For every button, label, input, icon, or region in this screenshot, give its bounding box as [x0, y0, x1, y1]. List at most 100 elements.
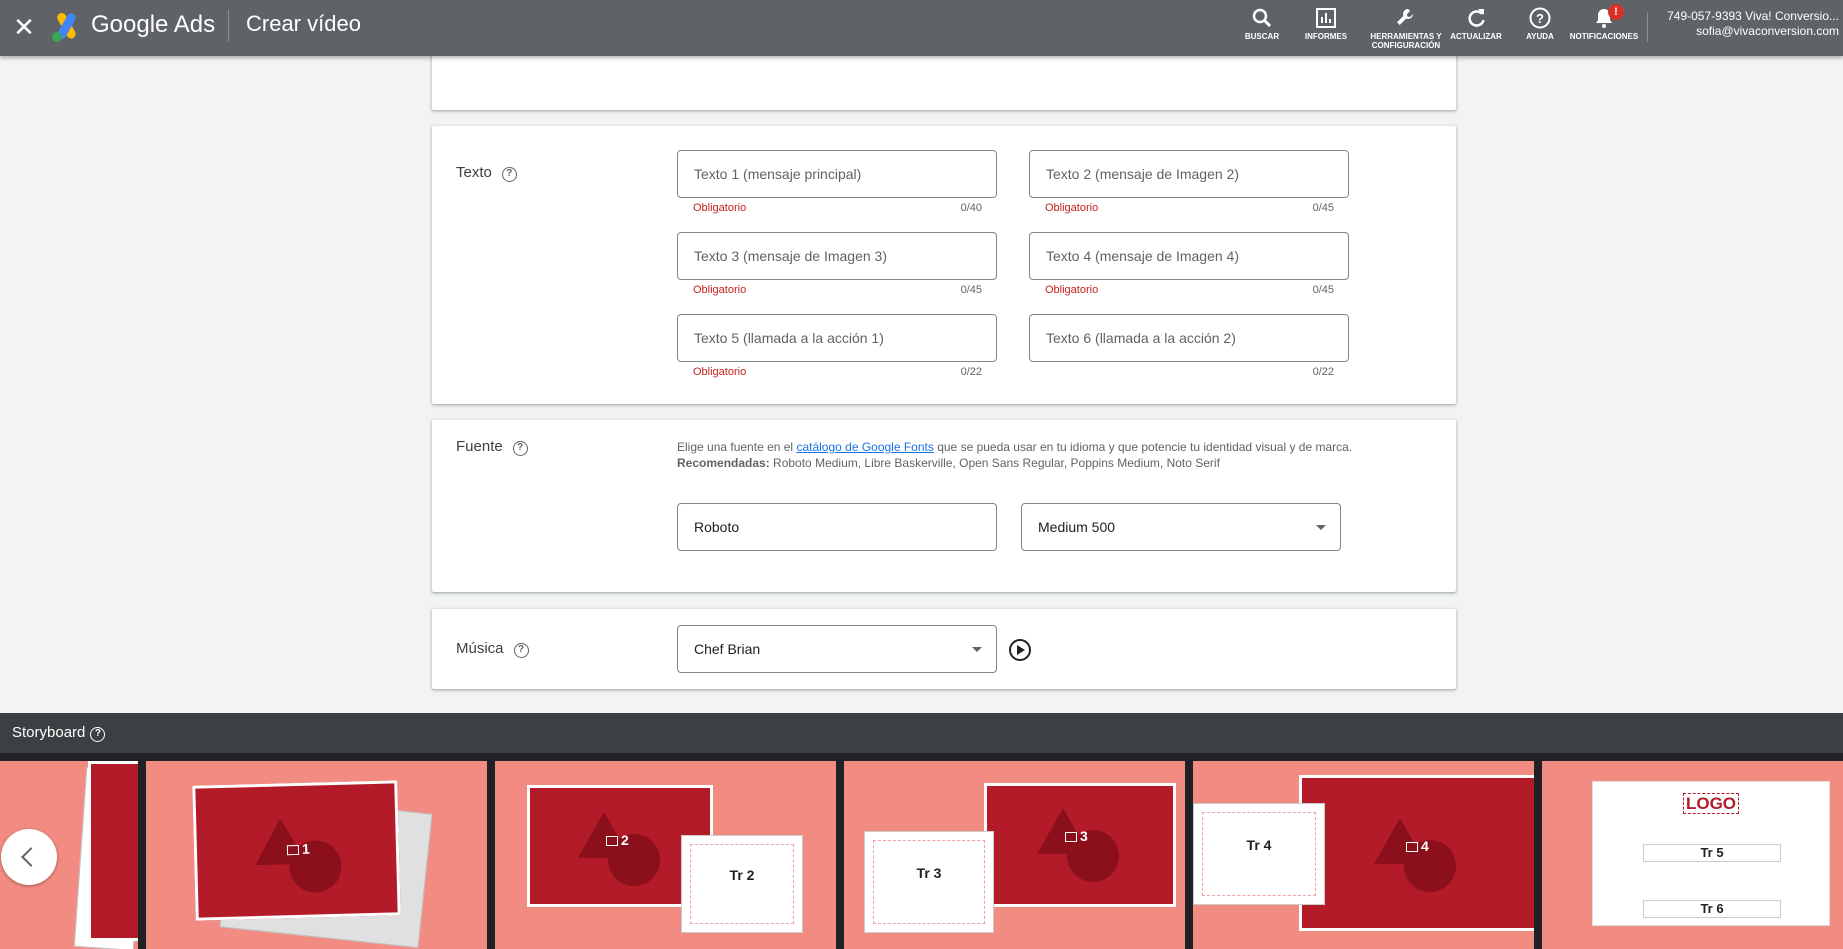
- font-weight-select[interactable]: Medium 500: [1021, 503, 1341, 551]
- scene-2-text-label: Tr 2: [729, 867, 755, 883]
- scene-2-text-card: Tr 2: [681, 835, 803, 933]
- help-icon: ?: [1529, 7, 1551, 29]
- storyboard-scene-5[interactable]: LOGO Tr 5 Tr 6: [1542, 761, 1843, 949]
- scene-4-text-card: Tr 4: [1193, 803, 1325, 905]
- help-tool-label: AYUDA: [1526, 32, 1554, 41]
- chevron-down-icon: [972, 647, 982, 652]
- account-switcher[interactable]: 749-057-9393 Viva! Conversio... sofia@vi…: [1667, 9, 1839, 39]
- font-family-value: Roboto: [694, 519, 740, 535]
- account-name: 749-057-9393 Viva! Conversio...: [1667, 9, 1839, 23]
- logo-placeholder: LOGO: [1593, 793, 1829, 814]
- end-text-6: Tr 6: [1643, 900, 1781, 918]
- scene-1-badge: 1: [286, 841, 310, 858]
- text-1-required: Obligatorio: [693, 202, 747, 214]
- text-4-input[interactable]: Texto 4 (mensaje de Imagen 4): [1029, 232, 1349, 280]
- image-icon: [1406, 842, 1418, 852]
- google-fonts-link[interactable]: catálogo de Google Fonts: [796, 440, 933, 454]
- chevron-down-icon: [1316, 525, 1326, 530]
- text-card-frame: [1202, 812, 1316, 896]
- font-description: Elige una fuente en el catálogo de Googl…: [677, 440, 1353, 470]
- text-5-input[interactable]: Texto 5 (llamada a la acción 1): [677, 314, 997, 362]
- refresh-icon: [1468, 9, 1485, 27]
- text-1-counter: 0/40: [960, 202, 982, 214]
- brand-name: Google Ads: [91, 11, 216, 38]
- scene-0-image: [88, 761, 138, 941]
- text-5-counter: 0/22: [960, 366, 982, 378]
- text-3-required: Obligatorio: [693, 284, 747, 296]
- text-help-icon[interactable]: ?: [501, 167, 517, 182]
- scene-3-image: 3: [984, 783, 1176, 907]
- storyboard-scene-3[interactable]: 3 Tr 3: [844, 761, 1185, 949]
- text-card-frame: [690, 844, 794, 924]
- text-section-label: Texto?: [456, 164, 517, 182]
- font-help-icon[interactable]: ?: [512, 441, 528, 456]
- scene-4-badge: 4: [1406, 838, 1429, 854]
- top-app-bar: ✕ Google Ads Crear vídeo BUSCAR INFORMES…: [0, 0, 1843, 56]
- font-section-label: Fuente?: [456, 438, 528, 456]
- image-icon: [1065, 832, 1077, 842]
- notification-badge: !: [1608, 4, 1624, 20]
- text-1-placeholder: Texto 1 (mensaje principal): [694, 166, 862, 182]
- storyboard-prev-button[interactable]: [1, 829, 57, 885]
- text-6-input[interactable]: Texto 6 (llamada a la acción 2): [1029, 314, 1349, 362]
- text-5-placeholder: Texto 5 (llamada a la acción 1): [694, 330, 884, 346]
- svg-text:?: ?: [1536, 11, 1544, 26]
- font-weight-value: Medium 500: [1038, 519, 1116, 535]
- text-5-required: Obligatorio: [693, 366, 747, 378]
- end-text-5: Tr 5: [1643, 844, 1781, 862]
- recommended-label: Recomendadas:: [677, 456, 770, 470]
- refresh-tool-label: ACTUALIZAR: [1450, 32, 1502, 41]
- text-section-card: Texto? Texto 1 (mensaje principal) Oblig…: [432, 126, 1456, 404]
- scene-3-text-card: Tr 3: [864, 831, 994, 933]
- storyboard-header: Storyboard?: [0, 713, 1843, 753]
- search-icon: [1252, 8, 1272, 28]
- font-section-card: Fuente? Elige una fuente en el catálogo …: [432, 420, 1456, 592]
- scene-4-text-label: Tr 4: [1246, 837, 1272, 853]
- reports-tool-button[interactable]: INFORMES: [1291, 4, 1361, 41]
- text-4-counter: 0/45: [1312, 284, 1334, 296]
- tools-settings-button[interactable]: HERRAMIENTAS Y CONFIGURACIÓN: [1369, 4, 1443, 50]
- image-icon: [606, 836, 618, 846]
- music-track-select[interactable]: Chef Brian: [677, 625, 997, 673]
- reports-icon: [1316, 8, 1336, 28]
- storyboard-strip: 1 2 Tr 2 3 Tr 3 4 Tr 4 LOGO Tr 5 Tr 6: [0, 753, 1843, 949]
- text-3-counter: 0/45: [960, 284, 982, 296]
- font-family-input[interactable]: Roboto: [677, 503, 997, 551]
- play-icon[interactable]: [1009, 639, 1031, 661]
- help-tool-button[interactable]: ? AYUDA: [1505, 4, 1575, 41]
- scene-1-image: 1: [192, 780, 401, 921]
- storyboard-title: Storyboard?: [12, 724, 106, 742]
- text-2-placeholder: Texto 2 (mensaje de Imagen 2): [1046, 166, 1239, 182]
- reports-tool-label: INFORMES: [1304, 32, 1348, 41]
- text-3-input[interactable]: Texto 3 (mensaje de Imagen 3): [677, 232, 997, 280]
- image-icon: [286, 844, 300, 856]
- text-3-placeholder: Texto 3 (mensaje de Imagen 3): [694, 248, 887, 264]
- notifications-tool-button[interactable]: ! NOTIFICACIONES: [1569, 4, 1639, 41]
- recommended-fonts: Roboto Medium, Libre Baskerville, Open S…: [769, 456, 1220, 470]
- account-email: sofia@vivaconversion.com: [1696, 24, 1839, 38]
- refresh-tool-button[interactable]: ACTUALIZAR: [1441, 4, 1511, 41]
- text-1-input[interactable]: Texto 1 (mensaje principal): [677, 150, 997, 198]
- music-section-card: Música? Chef Brian: [432, 609, 1456, 689]
- text-6-counter: 0/22: [1312, 366, 1334, 378]
- page-title: Crear vídeo: [246, 11, 361, 36]
- tools-settings-label: HERRAMIENTAS Y CONFIGURACIÓN: [1370, 32, 1442, 50]
- text-card-frame: [873, 840, 985, 924]
- scene-3-text-label: Tr 3: [916, 865, 942, 881]
- scene-4-image: 4: [1299, 775, 1534, 931]
- music-help-icon[interactable]: ?: [513, 643, 529, 658]
- text-4-required: Obligatorio: [1045, 284, 1099, 296]
- storyboard-scene-2[interactable]: 2 Tr 2: [495, 761, 836, 949]
- search-tool-button[interactable]: BUSCAR: [1227, 4, 1297, 41]
- music-track-value: Chef Brian: [694, 641, 761, 657]
- storyboard-help-icon[interactable]: ?: [90, 727, 106, 742]
- text-2-input[interactable]: Texto 2 (mensaje de Imagen 2): [1029, 150, 1349, 198]
- account-divider: [1647, 12, 1648, 42]
- notifications-tool-label: NOTIFICACIONES: [1569, 32, 1639, 41]
- search-tool-label: BUSCAR: [1244, 32, 1280, 41]
- storyboard-scene-1[interactable]: 1: [146, 761, 487, 949]
- text-6-placeholder: Texto 6 (llamada a la acción 2): [1046, 330, 1236, 346]
- storyboard-scene-4[interactable]: 4 Tr 4: [1193, 761, 1534, 949]
- close-icon[interactable]: ✕: [8, 12, 40, 44]
- end-card: LOGO Tr 5 Tr 6: [1592, 781, 1830, 926]
